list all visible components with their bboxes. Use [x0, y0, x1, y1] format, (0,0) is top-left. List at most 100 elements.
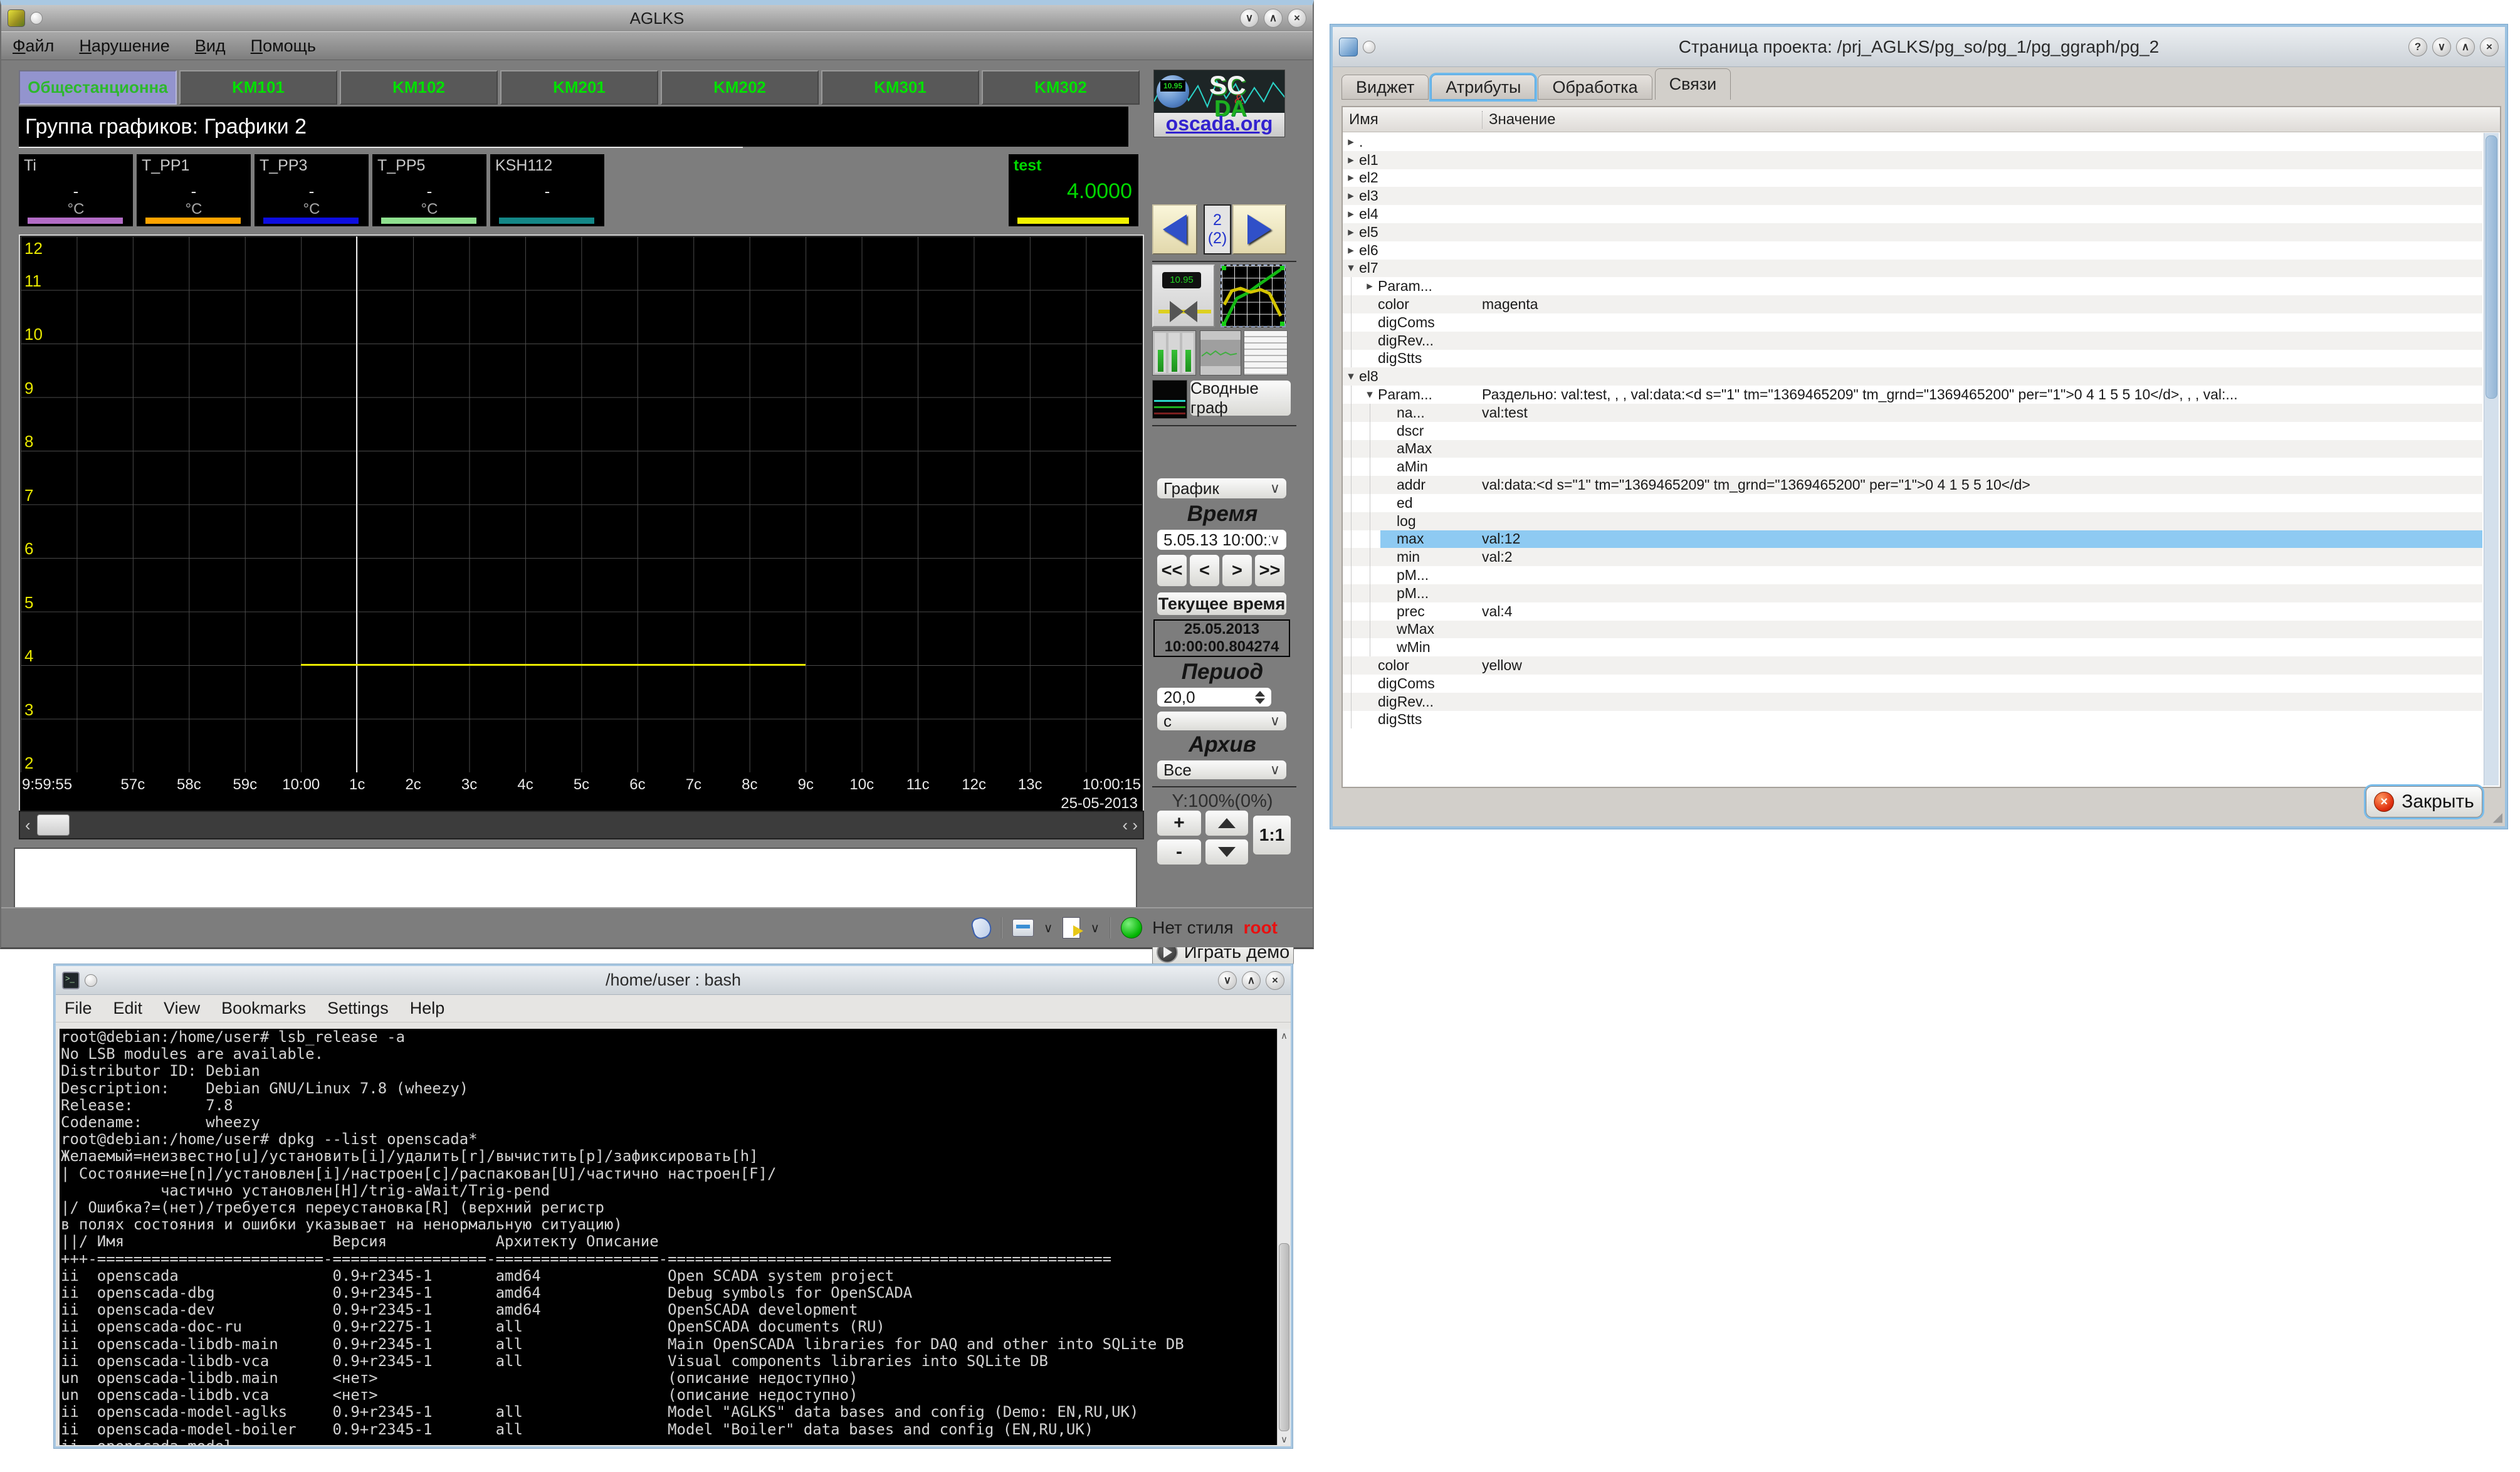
help-button[interactable]: ? — [2408, 38, 2427, 56]
time-nav-fast-forward[interactable]: >> — [1254, 554, 1285, 587]
tree-row-el7[interactable]: ▾el7 — [1343, 260, 2482, 278]
expander-icon[interactable]: ▸ — [1343, 135, 1359, 149]
scrollbar-thumb[interactable] — [2486, 135, 2497, 399]
scroll-left-icon[interactable]: ‹ — [20, 816, 36, 835]
message-panel[interactable] — [14, 848, 1137, 912]
tree-row-[interactable]: ▸. — [1343, 133, 2482, 151]
export-icon[interactable] — [1063, 917, 1080, 938]
tab-Атрибуты[interactable]: Атрибуты — [1431, 75, 1535, 100]
expander-icon[interactable]: ▸ — [1343, 171, 1359, 185]
close-button[interactable]: × — [1288, 9, 1306, 28]
expander-icon[interactable]: ▸ — [1362, 279, 1378, 293]
tree-row-el2[interactable]: ▸el2 — [1343, 169, 2482, 187]
minimize-button[interactable]: ∨ — [1218, 971, 1237, 990]
tab-KM302[interactable]: KM302 — [982, 70, 1140, 105]
tree-row-digStts[interactable]: digStts — [1343, 350, 2482, 368]
tree-row-max[interactable]: maxval:12 — [1343, 530, 2482, 549]
expander-icon[interactable]: ▸ — [1343, 207, 1359, 221]
tree-row-aMax[interactable]: aMax — [1343, 440, 2482, 458]
period-spinbox[interactable]: 20,0 — [1157, 687, 1272, 707]
minimize-button[interactable]: ∨ — [1240, 9, 1259, 28]
trend-chart[interactable]: 12111098765432 9:59:5557c58c59c10:001c2c… — [19, 234, 1144, 817]
mnemo-view-button[interactable]: 10.95 — [1152, 265, 1215, 327]
tree-row-wMin[interactable]: wMin — [1343, 638, 2482, 656]
tree-row-Param[interactable]: ▾Param...Раздельно: val:test, , , val:da… — [1343, 386, 2482, 404]
aglks-titlebar[interactable]: AGLKS ∨ ∧ × — [1, 5, 1313, 31]
tab-KM301[interactable]: KM301 — [821, 70, 979, 105]
param-card-Ti[interactable]: Ti-°C — [19, 154, 133, 226]
y-zoom-out-button[interactable]: - — [1157, 839, 1202, 865]
tab-KM101[interactable]: KM101 — [179, 70, 337, 105]
prev-page-button[interactable] — [1152, 204, 1197, 255]
tab-Виджет[interactable]: Виджет — [1341, 75, 1429, 100]
summary-graph-thumbnail[interactable] — [1152, 380, 1187, 419]
alarm-quietance-icon[interactable] — [970, 915, 994, 941]
tree-row-digComs[interactable]: digComs — [1343, 675, 2482, 693]
expander-icon[interactable]: ▸ — [1343, 225, 1359, 239]
time-nav-back[interactable]: < — [1189, 554, 1220, 587]
tab-Обработка[interactable]: Обработка — [1538, 75, 1652, 100]
param-card-T_PP1[interactable]: T_PP1-°C — [137, 154, 251, 226]
tree-row-digRev[interactable]: digRev... — [1343, 693, 2482, 711]
time-nav-fast-back[interactable]: << — [1157, 554, 1187, 587]
tree-row-wMax[interactable]: wMax — [1343, 621, 2482, 639]
period-unit-select[interactable]: c ∨ — [1157, 711, 1287, 731]
y-shift-up-button[interactable] — [1205, 810, 1249, 836]
tree-row-pM[interactable]: pM... — [1343, 584, 2482, 602]
scroll-arrows-icon[interactable]: ‹ › — [1117, 816, 1143, 835]
faceplate-view-button[interactable] — [1152, 330, 1196, 376]
close-button[interactable]: × — [2480, 38, 2499, 56]
terminal-menu-bookmarks[interactable]: Bookmarks — [221, 999, 306, 1018]
param-card-T_PP3[interactable]: T_PP3-°C — [255, 154, 369, 226]
tree-row-el4[interactable]: ▸el4 — [1343, 205, 2482, 223]
tree-row-prec[interactable]: precval:4 — [1343, 602, 2482, 621]
one-to-one-button[interactable]: 1:1 — [1252, 815, 1291, 855]
tree-row-addr[interactable]: addrval:data:<d s="1" tm="1369465209" tm… — [1343, 476, 2482, 494]
tree-row-Param[interactable]: ▸Param... — [1343, 277, 2482, 295]
tree-vertical-scrollbar[interactable] — [2484, 133, 2499, 786]
summary-graph-button[interactable]: Сводные граф — [1190, 380, 1291, 416]
tab-KM201[interactable]: KM201 — [500, 70, 658, 105]
param-card-test[interactable]: test4.0000 — [1009, 154, 1138, 226]
minimize-button[interactable]: ∨ — [2432, 38, 2451, 56]
time-select[interactable]: 5.05.13 10:00:15 ∨ — [1157, 529, 1287, 550]
tree-row-na[interactable]: na...val:test — [1343, 404, 2482, 422]
scrollbar-thumb[interactable] — [37, 814, 70, 836]
param-card-KSH112[interactable]: KSH112- — [490, 154, 604, 226]
terminal-console[interactable]: root@debian:/home/user# lsb_release -a N… — [60, 1029, 1278, 1445]
next-page-button[interactable] — [1232, 204, 1286, 255]
view-select[interactable]: График ∨ — [1157, 478, 1287, 499]
time-nav-forward[interactable]: > — [1222, 554, 1252, 587]
param-card-T_PP5[interactable]: T_PP5-°C — [372, 154, 486, 226]
print-icon[interactable] — [1012, 919, 1034, 937]
archive-select[interactable]: Все ∨ — [1157, 760, 1287, 780]
tree-row-digRev[interactable]: digRev... — [1343, 332, 2482, 350]
y-shift-down-button[interactable] — [1205, 839, 1249, 865]
spin-arrows-icon[interactable] — [1255, 691, 1265, 704]
expander-icon[interactable]: ▸ — [1343, 189, 1359, 203]
close-button[interactable]: × — [1266, 971, 1284, 990]
maximize-button[interactable]: ∧ — [2456, 38, 2475, 56]
tree-row-el1[interactable]: ▸el1 — [1343, 151, 2482, 169]
expander-icon[interactable]: ▾ — [1343, 261, 1359, 275]
terminal-menu-settings[interactable]: Settings — [327, 999, 389, 1018]
terminal-menu-help[interactable]: Help — [410, 999, 445, 1018]
tab-KM102[interactable]: KM102 — [340, 70, 498, 105]
chevron-down-icon[interactable]: ∨ — [1044, 920, 1053, 936]
trend-view-button-selected[interactable] — [1221, 265, 1286, 327]
tree-row-ed[interactable]: ed — [1343, 494, 2482, 512]
scroll-down-icon[interactable]: ∨ — [1278, 1434, 1291, 1445]
tree-row-el3[interactable]: ▸el3 — [1343, 187, 2482, 205]
tab-Общестанционна[interactable]: Общестанционна — [19, 70, 177, 105]
maximize-button[interactable]: ∧ — [1242, 971, 1261, 990]
tab-KM202[interactable]: KM202 — [661, 70, 819, 105]
tree-row-el8[interactable]: ▾el8 — [1343, 367, 2482, 386]
menu-item-1[interactable]: Файл — [13, 36, 54, 56]
tree-row-pM[interactable]: pM... — [1343, 566, 2482, 584]
project-titlebar[interactable]: Страница проекта: /prj_AGLKS/pg_so/pg_1/… — [1333, 27, 2505, 67]
tree-row-aMin[interactable]: aMin — [1343, 458, 2482, 476]
tree-row-dscr[interactable]: dscr — [1343, 422, 2482, 440]
tree-row-el6[interactable]: ▸el6 — [1343, 241, 2482, 260]
tree-row-digStts[interactable]: digStts — [1343, 711, 2482, 729]
expander-icon[interactable]: ▸ — [1343, 243, 1359, 258]
